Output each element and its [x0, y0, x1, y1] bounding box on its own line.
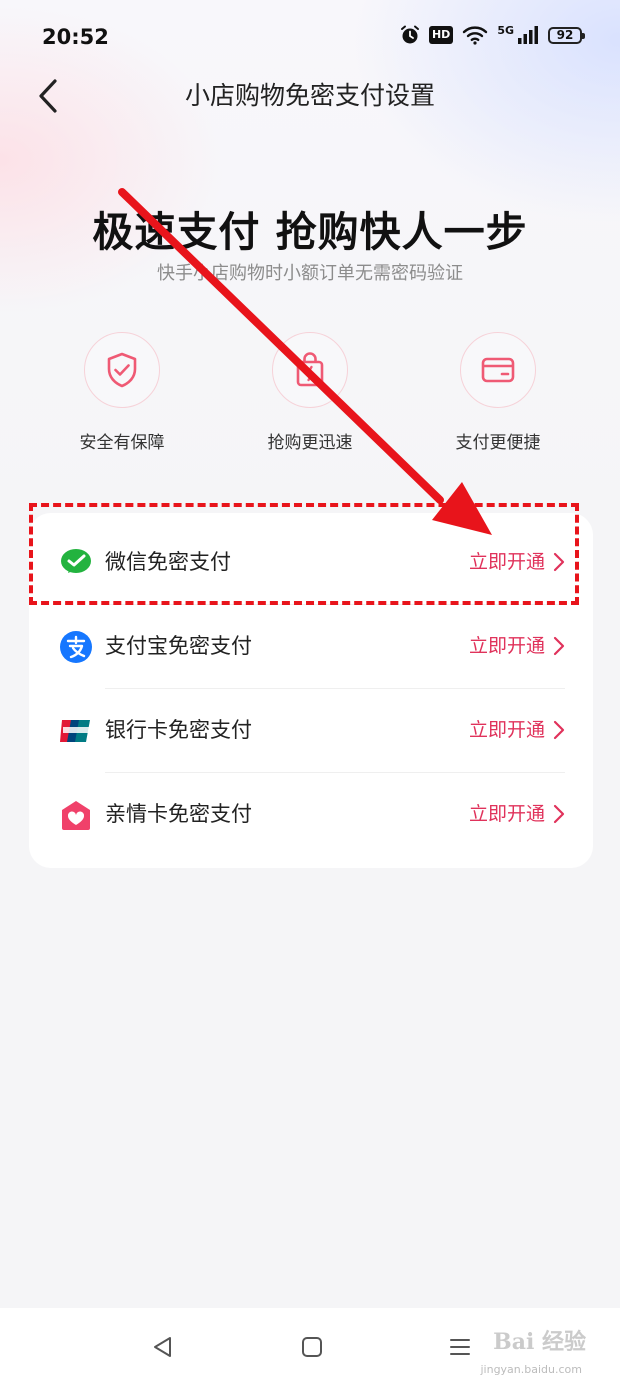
triangle-back-icon — [154, 1337, 171, 1357]
annotation-arrow-icon — [118, 188, 492, 535]
activate-button[interactable]: 立即开通 — [469, 630, 565, 662]
system-menu-button[interactable] — [443, 1330, 477, 1364]
payment-label: 亲情卡免密支付 — [105, 802, 252, 826]
payment-label: 银行卡免密支付 — [105, 718, 252, 742]
system-home-button[interactable] — [295, 1330, 329, 1364]
activate-label: 立即开通 — [468, 719, 545, 741]
chevron-right-icon — [553, 636, 565, 656]
unionpay-icon — [60, 720, 90, 742]
family-card-icon — [62, 801, 90, 830]
payment-label: 支付宝免密支付 — [105, 634, 252, 658]
baidu-watermark: Bai 经验 — [493, 1329, 586, 1355]
chevron-right-icon — [553, 720, 565, 740]
activate-button[interactable]: 立即开通 — [469, 798, 565, 830]
payment-row-bank-card[interactable]: 银行卡免密支付 立即开通 — [29, 689, 593, 773]
activate-label: 立即开通 — [468, 803, 545, 825]
menu-lines-icon — [450, 1339, 470, 1355]
alipay-icon — [60, 631, 92, 663]
payment-row-family-card[interactable]: 亲情卡免密支付 立即开通 — [29, 773, 593, 857]
square-home-icon — [302, 1337, 322, 1357]
baidu-watermark-url: jingyan.baidu.com — [480, 1363, 582, 1376]
activate-button[interactable]: 立即开通 — [469, 714, 565, 746]
system-nav-bar: Bai 经验 jingyan.baidu.com — [0, 1308, 620, 1386]
system-back-button[interactable] — [146, 1330, 180, 1364]
chevron-right-icon — [553, 804, 565, 824]
activate-label: 立即开通 — [468, 635, 545, 657]
